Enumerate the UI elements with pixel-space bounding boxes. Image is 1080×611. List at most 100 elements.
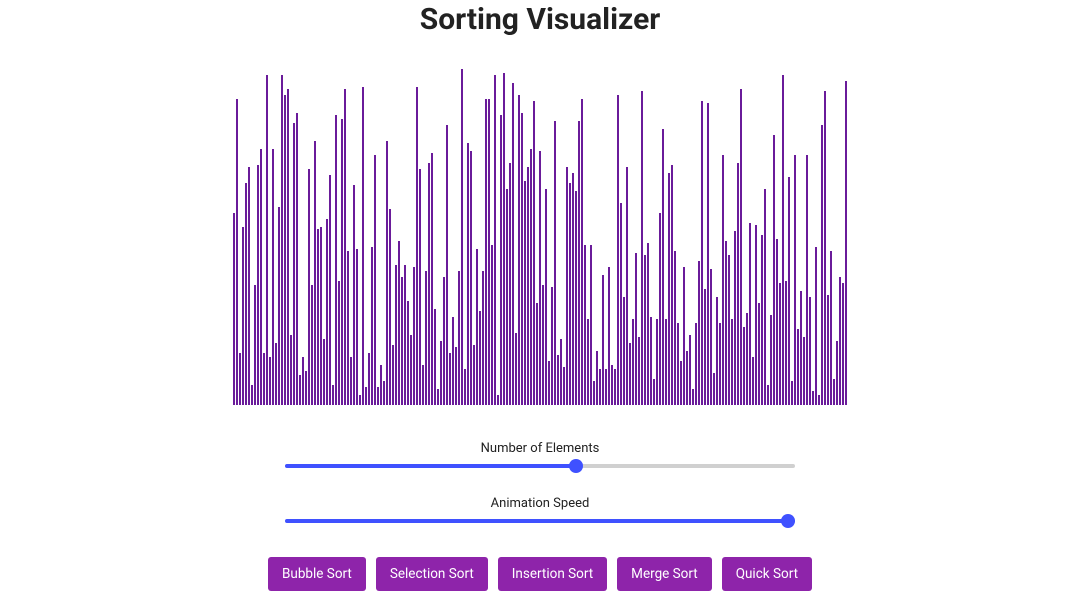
bar — [830, 251, 832, 405]
bar — [515, 333, 517, 405]
bar — [392, 345, 394, 405]
sort-buttons-row: Bubble Sort Selection Sort Insertion Sor… — [268, 557, 812, 591]
bar — [413, 267, 415, 405]
bar — [773, 135, 775, 405]
bar — [485, 99, 487, 405]
bar — [743, 327, 745, 405]
bar — [563, 367, 565, 405]
selection-sort-button[interactable]: Selection Sort — [376, 557, 488, 591]
bar — [794, 155, 796, 405]
bar — [800, 291, 802, 405]
bar — [809, 297, 811, 405]
bar — [680, 361, 682, 405]
bar — [605, 369, 607, 405]
bar — [287, 89, 289, 405]
bar — [497, 395, 499, 405]
bar — [380, 365, 382, 405]
bar — [290, 335, 292, 405]
bar — [284, 95, 286, 405]
speed-slider-group: Animation Speed — [285, 496, 795, 523]
bar — [446, 125, 448, 405]
bar — [548, 361, 550, 405]
elements-slider-label: Number of Elements — [481, 441, 600, 456]
bar — [575, 191, 577, 405]
bar — [500, 115, 502, 405]
bar — [755, 225, 757, 405]
bar — [533, 101, 535, 405]
bar — [344, 89, 346, 405]
speed-slider[interactable] — [285, 519, 795, 523]
bar — [821, 125, 823, 405]
bar — [233, 213, 235, 405]
bar — [845, 81, 847, 405]
bar — [293, 123, 295, 405]
bar — [797, 329, 799, 405]
bar — [428, 163, 430, 405]
bar — [572, 173, 574, 405]
bar — [782, 75, 784, 405]
bar — [698, 261, 700, 405]
bar — [503, 73, 505, 405]
bar — [509, 163, 511, 405]
bar — [776, 239, 778, 405]
bar — [656, 319, 658, 405]
bar — [674, 251, 676, 405]
bar — [464, 369, 466, 405]
bar — [686, 351, 688, 405]
bar — [692, 389, 694, 405]
bar — [611, 365, 613, 405]
elements-slider-group: Number of Elements — [285, 441, 795, 468]
bar — [824, 91, 826, 405]
bars-container — [210, 65, 870, 405]
bar — [299, 375, 301, 405]
bar — [842, 283, 844, 405]
bar — [338, 281, 340, 405]
bar — [239, 353, 241, 405]
bar — [314, 141, 316, 405]
bar — [671, 165, 673, 405]
bar — [359, 395, 361, 405]
bar — [269, 357, 271, 405]
quick-sort-button[interactable]: Quick Sort — [722, 557, 812, 591]
bar — [455, 347, 457, 405]
bar — [554, 121, 556, 405]
bar — [278, 207, 280, 405]
bar — [260, 149, 262, 405]
bar — [389, 209, 391, 405]
bubble-sort-button[interactable]: Bubble Sort — [268, 557, 366, 591]
bar — [521, 113, 523, 405]
bar — [242, 227, 244, 405]
bar — [257, 165, 259, 405]
bar — [707, 103, 709, 405]
bar — [383, 381, 385, 405]
bar — [365, 387, 367, 405]
bar — [356, 249, 358, 405]
bar — [581, 99, 583, 405]
bar — [758, 303, 760, 405]
bar — [620, 203, 622, 405]
bar — [281, 75, 283, 405]
bar — [407, 301, 409, 405]
bar — [425, 271, 427, 405]
bar — [614, 369, 616, 405]
bar — [803, 337, 805, 405]
bar — [779, 283, 781, 405]
merge-sort-button[interactable]: Merge Sort — [617, 557, 712, 591]
bar — [593, 381, 595, 405]
bar — [491, 245, 493, 405]
bar — [275, 343, 277, 405]
bar — [641, 91, 643, 405]
bar — [341, 119, 343, 405]
insertion-sort-button[interactable]: Insertion Sort — [498, 557, 607, 591]
bar — [587, 319, 589, 405]
bar — [305, 371, 307, 405]
bar — [818, 395, 820, 405]
bar — [806, 155, 808, 405]
elements-slider[interactable] — [285, 464, 795, 468]
bar — [815, 247, 817, 405]
bar — [827, 295, 829, 405]
bar — [608, 267, 610, 405]
bar — [449, 353, 451, 405]
bar — [371, 247, 373, 405]
bar — [350, 357, 352, 405]
